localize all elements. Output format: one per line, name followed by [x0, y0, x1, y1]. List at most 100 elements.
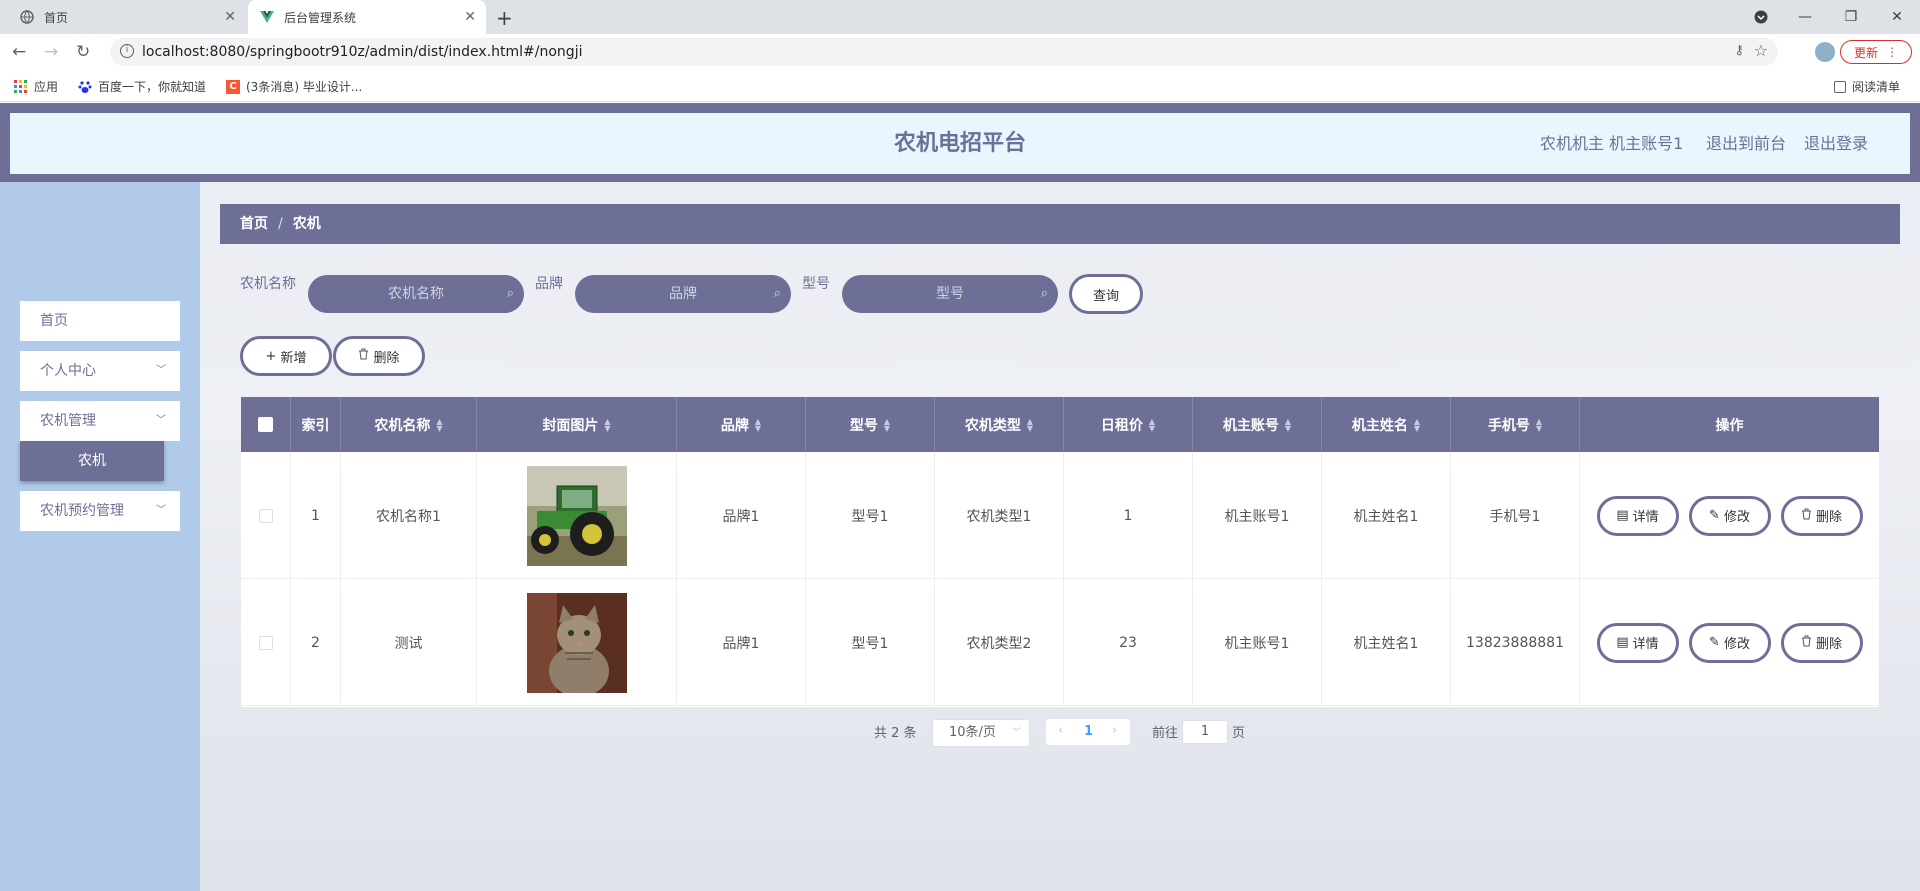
info-icon[interactable]: i — [120, 44, 134, 58]
sidebar: 首页 个人中心 ﹀ 农机管理 ﹀ 农机 农机预约管理 ﹀ — [0, 182, 200, 891]
search-label-brand: 品牌 — [535, 276, 563, 292]
add-button[interactable]: + 新增 — [240, 336, 332, 376]
search-input-name[interactable]: 农机名称 ⌕ — [308, 275, 524, 313]
tab-title: 首页 — [44, 10, 69, 25]
pencil-icon: ✎ — [1709, 635, 1720, 650]
edit-button[interactable]: ✎ 修改 — [1688, 622, 1771, 663]
edit-button[interactable]: ✎ 修改 — [1688, 495, 1771, 536]
prev-page-icon[interactable]: ‹ — [1058, 723, 1063, 738]
close-window-icon[interactable]: ✕ — [1874, 0, 1920, 34]
row-delete-button[interactable]: 删除 — [1780, 622, 1863, 663]
close-icon[interactable]: ✕ — [224, 9, 236, 25]
select-all-checkbox[interactable] — [241, 397, 291, 452]
star-icon[interactable]: ☆ — [1754, 41, 1768, 60]
sort-icon[interactable]: ▲ ▼ — [1027, 417, 1033, 432]
search-icon: ⌕ — [1040, 286, 1048, 301]
search-input-brand[interactable]: 品牌 ⌕ — [575, 275, 791, 313]
row-checkbox[interactable] — [241, 452, 291, 579]
forward-icon[interactable]: → — [44, 42, 58, 62]
minimize-icon[interactable]: — — [1782, 0, 1828, 34]
update-button[interactable]: 更新 ⋮ — [1840, 40, 1912, 64]
bookmark-apps[interactable]: 应用 — [14, 78, 58, 95]
goto-label: 前往 — [1152, 726, 1179, 741]
search-label-model: 型号 — [802, 276, 830, 292]
browser-tab[interactable]: 首页 ✕ — [8, 0, 246, 34]
col-price[interactable]: 日租价 ▲ ▼ — [1064, 397, 1193, 452]
sort-icon[interactable]: ▲ ▼ — [436, 417, 442, 432]
back-icon[interactable]: ← — [12, 42, 26, 62]
goto-page-input[interactable]: 1 — [1182, 720, 1228, 744]
col-brand[interactable]: 品牌 ▲ ▼ — [677, 397, 806, 452]
reload-icon[interactable]: ↻ — [76, 42, 90, 62]
sort-icon[interactable]: ▲ ▼ — [884, 417, 890, 432]
cell-brand: 品牌1 — [677, 452, 806, 579]
sidebar-item-home[interactable]: 首页 — [20, 301, 180, 341]
row-delete-button[interactable]: 删除 — [1780, 495, 1863, 536]
next-page-icon[interactable]: › — [1112, 723, 1117, 738]
search-icon: ⌕ — [506, 286, 514, 301]
sort-icon[interactable]: ▲ ▼ — [1536, 417, 1542, 432]
col-phone[interactable]: 手机号 ▲ ▼ — [1451, 397, 1580, 452]
cat-image[interactable] — [526, 592, 627, 693]
avatar[interactable] — [1815, 42, 1835, 62]
col-type[interactable]: 农机类型 ▲ ▼ — [935, 397, 1064, 452]
col-name[interactable]: 农机名称 ▲ ▼ — [341, 397, 477, 452]
browser-tab-active[interactable]: 后台管理系统 ✕ — [248, 0, 486, 34]
page-number-current[interactable]: 1 — [1084, 724, 1093, 739]
col-cover[interactable]: 封面图片 ▲ ▼ — [477, 397, 677, 452]
globe-icon — [20, 10, 34, 24]
page-size-select[interactable]: 10条/页 ﹀ — [932, 719, 1030, 747]
sort-icon[interactable]: ▲ ▼ — [1149, 417, 1155, 432]
sort-icon[interactable]: ▲ ▼ — [604, 417, 610, 432]
sort-icon[interactable]: ▲ ▼ — [755, 417, 761, 432]
detail-button[interactable]: ▤ 详情 — [1596, 622, 1679, 663]
address-bar[interactable]: i localhost:8080/springbootr910z/admin/d… — [110, 38, 1778, 66]
sort-icon[interactable]: ▲ ▼ — [1414, 417, 1420, 432]
close-icon[interactable]: ✕ — [464, 9, 476, 25]
cell-price: 23 — [1064, 579, 1193, 706]
bookmark-csdn[interactable]: C (3条消息) 毕业设计... — [226, 78, 362, 95]
sidebar-item-machine-management[interactable]: 农机管理 ﹀ — [20, 401, 180, 441]
document-icon: ▤ — [1616, 508, 1629, 523]
browser-tab-bar: 首页 ✕ 后台管理系统 ✕ + — ❐ ✕ — [0, 0, 1920, 34]
col-index: 索引 — [291, 397, 341, 452]
breadcrumb-separator: / — [278, 216, 283, 232]
col-owner-name[interactable]: 机主姓名 ▲ ▼ — [1322, 397, 1451, 452]
cell-brand: 品牌1 — [677, 579, 806, 706]
cell-type: 农机类型1 — [935, 452, 1064, 579]
query-button[interactable]: 查询 — [1069, 274, 1143, 314]
logout-link[interactable]: 退出登录 — [1804, 113, 1868, 174]
baidu-paw-icon — [78, 80, 92, 94]
row-checkbox[interactable] — [241, 579, 291, 706]
trash-icon — [1801, 635, 1812, 651]
sidebar-item-reservation-management[interactable]: 农机预约管理 ﹀ — [20, 491, 180, 531]
tractor-image[interactable] — [526, 465, 627, 566]
col-model[interactable]: 型号 ▲ ▼ — [806, 397, 935, 452]
exit-to-front-link[interactable]: 退出到前台 — [1706, 113, 1786, 174]
detail-button[interactable]: ▤ 详情 — [1596, 495, 1679, 536]
apps-grid-icon — [14, 79, 28, 94]
new-tab-icon[interactable]: + — [496, 6, 513, 30]
chevron-down-icon: ﹀ — [156, 505, 166, 516]
search-input-model[interactable]: 型号 ⌕ — [842, 275, 1058, 313]
sort-icon[interactable]: ▲ ▼ — [1285, 417, 1291, 432]
col-owner-account[interactable]: 机主账号 ▲ ▼ — [1193, 397, 1322, 452]
search-label-name: 农机名称 — [240, 276, 296, 292]
restore-icon[interactable]: ❐ — [1828, 0, 1874, 34]
cell-actions: ▤ 详情 ✎ 修改 删除 — [1580, 579, 1879, 706]
plus-icon: + — [265, 348, 277, 364]
key-icon[interactable]: ⚷ — [1734, 43, 1744, 58]
sidebar-subitem-machine[interactable]: 农机 — [20, 441, 164, 481]
trash-icon — [358, 348, 369, 364]
delete-button[interactable]: 删除 — [333, 336, 425, 376]
sidebar-item-personal-center[interactable]: 个人中心 ﹀ — [20, 351, 180, 391]
pagination-total: 共 2 条 — [874, 726, 917, 741]
machine-table: 索引 农机名称 ▲ ▼ 封面图片 ▲ ▼ 品牌 ▲ ▼ 型号 ▲ ▼ 农机类型 ▲ ▼ 日租价 ▲ ▼ … — [241, 397, 1879, 707]
profile-menu-icon[interactable] — [1738, 0, 1784, 34]
app-root: 农机电招平台 农机机主 机主账号1 退出到前台 退出登录 首页 个人中心 ﹀ 农… — [0, 103, 1920, 891]
bookmark-baidu[interactable]: 百度一下，你就知道 — [78, 78, 206, 95]
reading-list-icon — [1834, 80, 1846, 93]
reading-list[interactable]: 阅读清单 — [1834, 78, 1900, 95]
bookmarks-bar: 应用 百度一下，你就知道 C (3条消息) 毕业设计... 阅读清单 — [0, 70, 1920, 102]
breadcrumb-home[interactable]: 首页 — [240, 216, 268, 232]
